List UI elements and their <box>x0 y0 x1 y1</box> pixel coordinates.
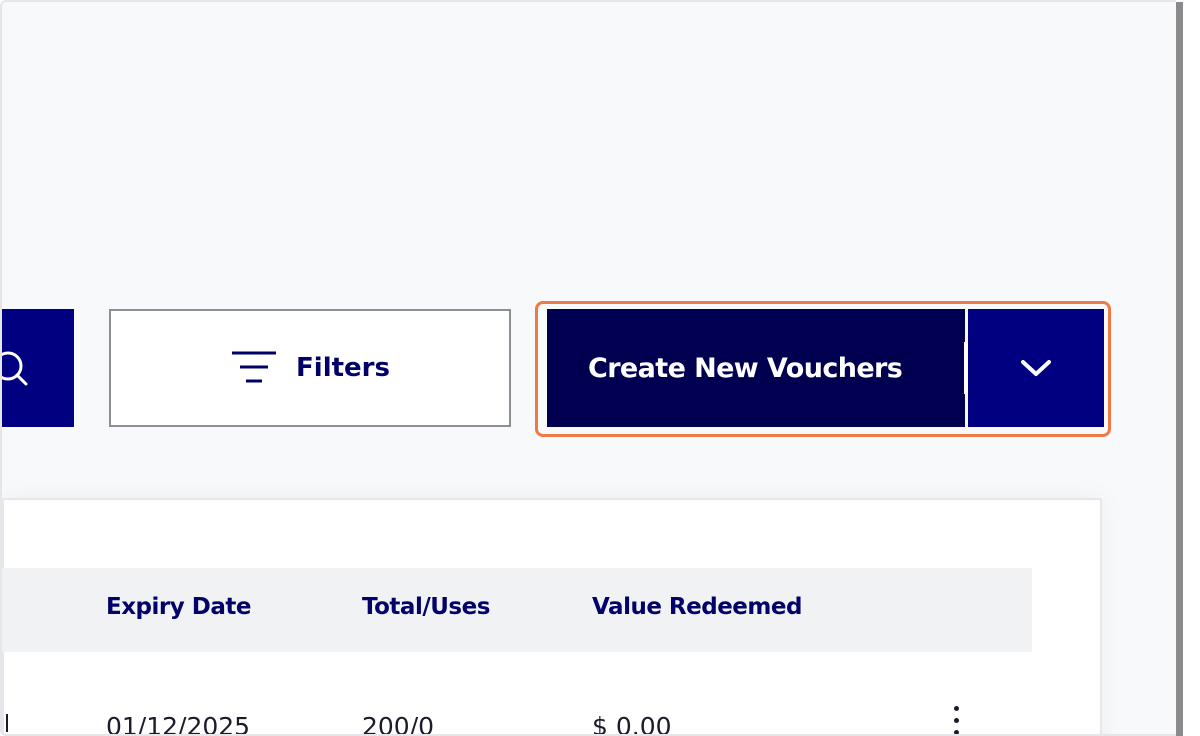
filter-icon <box>232 351 277 383</box>
column-header-expiry-date[interactable]: Expiry Date <box>106 594 251 620</box>
cell-total-uses: 200/0 <box>362 712 435 736</box>
scrollbar[interactable] <box>1176 0 1200 736</box>
chevron-down-icon <box>1021 360 1051 376</box>
page-frame: Filters Create New Vouchers Expiry Date … <box>0 0 1200 736</box>
column-header-total-uses[interactable]: Total/Uses <box>362 594 490 620</box>
filters-label: Filters <box>296 353 390 383</box>
create-options-dropdown-button[interactable] <box>968 309 1104 427</box>
search-icon <box>2 351 28 386</box>
more-vertical-icon[interactable] <box>947 706 965 734</box>
create-new-vouchers-button[interactable]: Create New Vouchers <box>547 309 965 427</box>
truncated-cell-glyph <box>2 714 8 732</box>
cell-expiry-date: 01/12/2025 <box>106 712 251 736</box>
filters-button[interactable]: Filters <box>109 309 511 427</box>
column-header-value-redeemed[interactable]: Value Redeemed <box>592 594 802 620</box>
scrollbar-thumb[interactable] <box>1176 2 1183 736</box>
create-button-label: Create New Vouchers <box>588 352 903 384</box>
search-button[interactable] <box>2 309 74 427</box>
cell-value-redeemed: $ 0.00 <box>592 712 672 736</box>
